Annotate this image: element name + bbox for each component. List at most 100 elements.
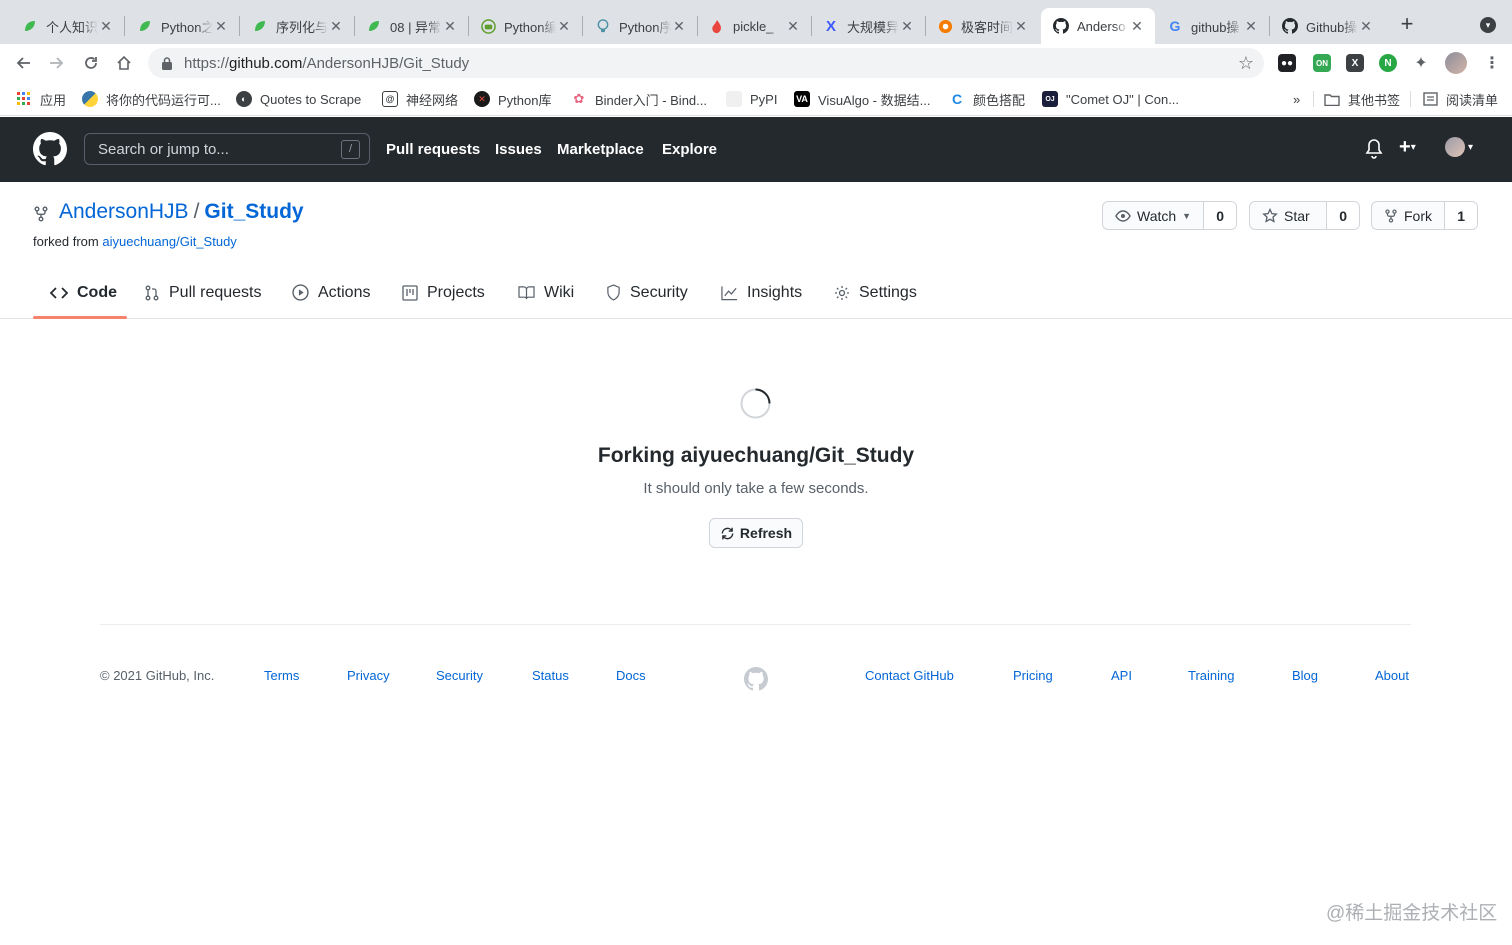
browser-tab[interactable]: G github操 ✕: [1155, 8, 1269, 44]
footer-link-status[interactable]: Status: [532, 668, 569, 683]
forked-source-link[interactable]: aiyuechuang/Git_Study: [102, 234, 236, 249]
tab-pull-requests[interactable]: Pull requests: [144, 266, 262, 319]
close-icon[interactable]: ✕: [1243, 18, 1259, 35]
back-arrow-icon[interactable]: [11, 51, 35, 75]
bookmark-apps[interactable]: 应用: [16, 90, 66, 108]
bookmarks-overflow-button[interactable]: »: [1293, 90, 1300, 108]
fork-button[interactable]: Fork: [1372, 202, 1444, 229]
bookmark-item[interactable]: 将你的代码运行可...: [82, 90, 221, 108]
footer-link-security[interactable]: Security: [436, 668, 483, 683]
reload-icon[interactable]: [79, 51, 103, 75]
repo-tab-bar: Code Pull requests Actions Projects Wiki…: [0, 266, 1512, 319]
lock-icon[interactable]: [160, 56, 174, 70]
nav-pull-requests[interactable]: Pull requests: [386, 141, 480, 158]
bookmark-item[interactable]: ✕ Python库: [474, 90, 551, 108]
bookmark-item[interactable]: ◐ Quotes to Scrape: [236, 90, 361, 108]
nav-issues[interactable]: Issues: [495, 141, 542, 158]
bookmark-item[interactable]: VA VisuAlgo - 数据结...: [794, 90, 930, 108]
bitwarden-ext-icon[interactable]: ●●: [1278, 54, 1296, 72]
watch-button-group: Watch ▼ 0: [1102, 201, 1237, 230]
x-ext-icon[interactable]: X: [1346, 54, 1364, 72]
forward-arrow-icon[interactable]: [45, 51, 69, 75]
kebab-menu-icon[interactable]: ⋮: [1483, 54, 1501, 72]
browser-tab-active[interactable]: Anderso ✕: [1041, 8, 1155, 44]
browser-tab[interactable]: Github操 ✕: [1270, 8, 1384, 44]
bookmark-item[interactable]: OJ "Comet OJ" | Con...: [1042, 90, 1179, 108]
tab-wiki[interactable]: Wiki: [518, 266, 574, 319]
footer-github-logo-icon[interactable]: [744, 667, 768, 691]
footer-link-api[interactable]: API: [1111, 668, 1132, 683]
play-icon: [292, 284, 309, 301]
tab-security[interactable]: Security: [606, 266, 688, 319]
profile-avatar[interactable]: [1445, 52, 1467, 74]
overflow-chevron-icon: »: [1293, 91, 1301, 107]
close-icon[interactable]: ✕: [785, 18, 801, 35]
browser-tab[interactable]: 个人知识 ✕: [0, 8, 124, 44]
bookmark-item[interactable]: ✿ Binder入门 - Bind...: [571, 90, 707, 108]
footer-link-about[interactable]: About: [1375, 668, 1409, 683]
footer-link-contact[interactable]: Contact GitHub: [865, 668, 954, 683]
close-icon[interactable]: ✕: [98, 18, 114, 35]
green-ext-icon[interactable]: N: [1379, 54, 1397, 72]
tab-code[interactable]: Code: [50, 266, 117, 319]
tab-projects[interactable]: Projects: [402, 266, 485, 319]
close-icon[interactable]: ✕: [328, 18, 344, 35]
tab-title: 序列化与: [276, 19, 328, 35]
new-tab-button[interactable]: +: [1396, 13, 1418, 36]
bookmark-divider: [1313, 91, 1314, 107]
close-icon[interactable]: ✕: [1358, 18, 1374, 35]
refresh-button[interactable]: Refresh: [709, 518, 803, 548]
bookmark-star-icon[interactable]: ☆: [1238, 53, 1254, 74]
browser-tab[interactable]: Python之 ✕: [115, 8, 239, 44]
footer-link-training[interactable]: Training: [1188, 668, 1234, 683]
close-icon[interactable]: ✕: [556, 18, 572, 35]
puzzle-ext-icon[interactable]: ✦: [1412, 54, 1430, 72]
tab-settings[interactable]: Settings: [834, 266, 917, 319]
on-ext-icon[interactable]: ON: [1313, 54, 1331, 72]
tab-search-chevron-icon[interactable]: ▾: [1480, 17, 1496, 33]
code-icon: [50, 286, 68, 299]
nav-explore[interactable]: Explore: [662, 141, 717, 158]
browser-tab[interactable]: Python序 ✕: [573, 8, 697, 44]
nav-marketplace[interactable]: Marketplace: [557, 141, 644, 158]
browser-tab[interactable]: 极客时间 ✕: [915, 8, 1039, 44]
bookmark-item[interactable]: PyPI: [726, 90, 777, 108]
watch-count[interactable]: 0: [1203, 202, 1236, 229]
browser-tab[interactable]: pickle_ ✕: [687, 8, 811, 44]
watch-button[interactable]: Watch ▼: [1103, 202, 1203, 229]
browser-tab[interactable]: 序列化与 ✕: [230, 8, 354, 44]
tab-actions[interactable]: Actions: [292, 266, 370, 319]
repo-name-link[interactable]: Git_Study: [204, 200, 303, 224]
close-icon[interactable]: ✕: [1013, 18, 1029, 35]
footer-link-terms[interactable]: Terms: [264, 668, 299, 683]
reading-list-button[interactable]: 阅读清单: [1422, 90, 1498, 108]
close-icon[interactable]: ✕: [899, 18, 915, 35]
other-bookmarks-folder[interactable]: 其他书签: [1324, 90, 1400, 108]
footer-link-pricing[interactable]: Pricing: [1013, 668, 1053, 683]
home-icon[interactable]: [112, 51, 136, 75]
footer-link-privacy[interactable]: Privacy: [347, 668, 390, 683]
repo-owner-link[interactable]: AndersonHJB: [59, 200, 189, 224]
bookmark-item[interactable]: C 颜色搭配: [949, 90, 1025, 108]
fork-count[interactable]: 1: [1444, 202, 1477, 229]
close-icon[interactable]: ✕: [671, 18, 687, 35]
bell-icon[interactable]: [1365, 139, 1383, 164]
browser-tab[interactable]: X 大规模异 ✕: [801, 8, 925, 44]
tab-insights[interactable]: Insights: [721, 266, 802, 319]
plus-dropdown-icon[interactable]: +▾: [1399, 136, 1416, 159]
address-bar[interactable]: https://github.com/AndersonHJB/Git_Study…: [148, 48, 1264, 78]
close-icon[interactable]: ✕: [442, 18, 458, 35]
star-button[interactable]: Star: [1250, 202, 1326, 229]
github-logo-icon[interactable]: [33, 132, 67, 166]
browser-tab[interactable]: Python编 ✕: [458, 8, 582, 44]
close-icon[interactable]: ✕: [1129, 18, 1145, 35]
github-search-input[interactable]: Search or jump to... /: [84, 133, 370, 165]
close-icon[interactable]: ✕: [213, 18, 229, 35]
user-avatar-dropdown[interactable]: ▾: [1445, 137, 1473, 157]
footer-link-docs[interactable]: Docs: [616, 668, 646, 683]
star-count[interactable]: 0: [1326, 202, 1359, 229]
footer-link-blog[interactable]: Blog: [1292, 668, 1318, 683]
browser-tab[interactable]: 08 | 异常 ✕: [344, 8, 468, 44]
bookmark-item[interactable]: @ 神经网络: [382, 90, 458, 108]
binder-icon: ✿: [573, 91, 585, 106]
